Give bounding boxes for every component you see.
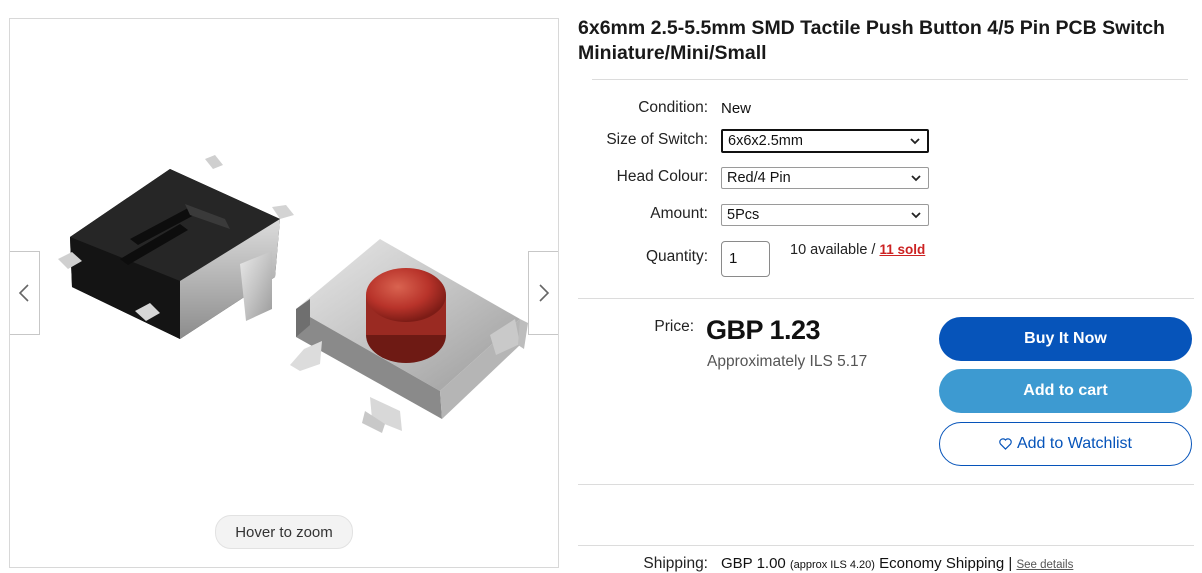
product-image[interactable]	[10, 19, 558, 567]
price-approx: Approximately ILS 5.17	[707, 353, 868, 370]
size-select-value: 6x6x2.5mm	[728, 133, 803, 149]
heart-icon	[999, 438, 1012, 450]
quantity-input[interactable]: 1	[721, 241, 770, 277]
condition-label: Condition:	[638, 99, 708, 116]
add-to-watchlist-button[interactable]: Add to Watchlist	[939, 422, 1192, 466]
title-divider	[592, 79, 1188, 80]
buy-it-now-button[interactable]: Buy It Now	[939, 317, 1192, 361]
chevron-down-icon	[911, 212, 921, 219]
head-colour-select[interactable]: Red/4 Pin	[721, 167, 929, 189]
watchlist-label: Add to Watchlist	[1016, 435, 1132, 452]
right-switch	[290, 239, 528, 433]
shipping-value: GBP 1.00 (approx ILS 4.20) Economy Shipp…	[721, 555, 1073, 572]
head-colour-label: Head Colour:	[616, 168, 708, 185]
price-value: GBP 1.23	[706, 315, 821, 345]
listing-title: 6x6mm 2.5-5.5mm SMD Tactile Push Button …	[578, 17, 1165, 64]
chevron-down-icon	[911, 175, 921, 182]
shipping-method: Economy Shipping |	[879, 555, 1013, 572]
head-colour-value: Red/4 Pin	[727, 170, 791, 186]
sold-count-link[interactable]: 11 sold	[879, 242, 925, 257]
left-switch	[58, 155, 294, 339]
chevron-left-icon	[18, 284, 29, 302]
image-gallery[interactable]: Hover to zoom	[9, 18, 559, 568]
available-count: 10 available /	[790, 242, 880, 258]
previous-image-button[interactable]	[10, 251, 40, 335]
add-to-cart-button[interactable]: Add to cart	[939, 369, 1192, 413]
size-label: Size of Switch:	[606, 131, 708, 148]
price-divider	[578, 484, 1194, 485]
see-details-link[interactable]: See details	[1016, 559, 1073, 571]
shipping-label: Shipping:	[643, 555, 708, 572]
availability-text: 10 available / 11 sold	[790, 242, 925, 258]
hover-to-zoom-hint: Hover to zoom	[215, 515, 353, 549]
chevron-down-icon	[910, 138, 920, 145]
next-image-button[interactable]	[528, 251, 558, 335]
shipping-approx: (approx ILS 4.20)	[789, 559, 875, 571]
condition-value: New	[721, 100, 752, 117]
specifics-divider	[578, 298, 1194, 299]
amount-label: Amount:	[650, 205, 708, 222]
amount-value: 5Pcs	[727, 207, 760, 223]
amount-select[interactable]: 5Pcs	[721, 204, 929, 226]
size-select[interactable]: 6x6x2.5mm	[721, 129, 929, 153]
price-label: Price:	[654, 318, 694, 335]
shipping-divider	[578, 545, 1194, 546]
quantity-label: Quantity:	[645, 248, 708, 265]
chevron-right-icon	[539, 284, 550, 302]
shipping-price: GBP 1.00	[721, 555, 786, 572]
